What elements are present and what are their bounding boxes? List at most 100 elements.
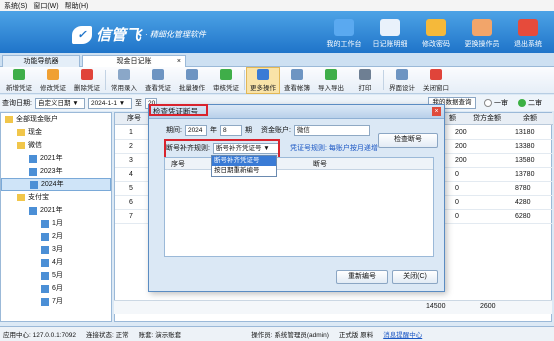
date-mode-value: 自定义日期 xyxy=(37,99,71,107)
date-from-input[interactable]: 2024-1-1 ▼ xyxy=(87,97,132,109)
toolbar-button-9[interactable]: 导入导出 xyxy=(314,67,348,94)
calendar-icon xyxy=(41,245,49,254)
account-select[interactable]: 微信 xyxy=(293,125,370,136)
brand-mark-icon: ✓ xyxy=(72,25,92,44)
tree-item[interactable]: 3月 xyxy=(1,243,111,256)
tree-item[interactable]: 1月 xyxy=(1,217,111,230)
check-gap-button[interactable]: 检查断号 xyxy=(378,133,438,148)
tree-item[interactable]: 2月 xyxy=(1,230,111,243)
header-tool-label: 日记账明细 xyxy=(372,41,408,48)
header-tool-0[interactable]: 我的工作台 xyxy=(322,13,366,51)
check-gap-label: 检查断号 xyxy=(394,136,422,143)
toolbar-icon xyxy=(430,69,442,80)
toolbar-button-11[interactable]: 界面设计 xyxy=(385,67,419,94)
toolbar-button-3[interactable]: 常用录入 xyxy=(107,67,141,94)
toolbar-button-7[interactable]: 更多操作 xyxy=(246,67,280,94)
toolbar-button-5[interactable]: 批量操作 xyxy=(175,67,209,94)
tree-item[interactable]: 6月 xyxy=(1,282,111,295)
dialog-close-button[interactable]: 关闭(C) xyxy=(392,270,438,284)
tree-item-label: 4月 xyxy=(52,259,63,266)
status-operator: 操作员: 系统管理员(admin) xyxy=(251,332,329,339)
row-balance: 13180 xyxy=(515,129,535,136)
calendar-icon xyxy=(41,232,49,241)
header-tool-icon xyxy=(426,19,446,36)
toolbar-icon xyxy=(359,69,371,80)
tab-label: 功能导航器 xyxy=(23,58,59,65)
tree-item[interactable]: 2024年 xyxy=(1,178,111,191)
row-index: 2 xyxy=(129,143,133,150)
year-unit: 年 xyxy=(209,127,217,134)
menu-help[interactable]: 帮助(H) xyxy=(65,1,89,11)
tree-item[interactable]: 全部现金账户 xyxy=(1,113,111,126)
tree-item[interactable]: 微信 xyxy=(1,139,111,152)
toolbar-button-12[interactable]: 关闭窗口 xyxy=(419,67,453,94)
calendar-icon xyxy=(29,167,37,176)
toolbar-icon xyxy=(220,69,232,80)
menu-system[interactable]: 系统(S) xyxy=(4,1,27,11)
toolbar-button-0[interactable]: 新增凭证 xyxy=(2,67,36,94)
toolbar-icon xyxy=(257,69,269,80)
tree-item[interactable]: 5月 xyxy=(1,269,111,282)
radio-second-review[interactable]: 二审 xyxy=(518,98,542,108)
toolbar-label: 批量操作 xyxy=(179,85,205,92)
tab-function-navigator[interactable]: 功能导航器 xyxy=(2,55,80,67)
tree-item[interactable]: 7月 xyxy=(1,295,111,308)
row-index: 6 xyxy=(129,199,133,206)
toolbar-label: 常用录入 xyxy=(111,85,137,92)
header-tool-label: 我的工作台 xyxy=(326,41,362,48)
toolbar-button-2[interactable]: 删除凭证 xyxy=(70,67,104,94)
period-label: 期间: xyxy=(166,127,182,134)
tree-item[interactable]: 2021年 xyxy=(1,204,111,217)
header-tool-3[interactable]: 更换操作员 xyxy=(460,13,504,51)
row-index: 1 xyxy=(129,129,133,136)
toolbar-icon xyxy=(291,69,303,80)
rule-hint: 凭证号规则: 每账户按月递增 xyxy=(289,145,378,152)
toolbar-button-10[interactable]: 打印 xyxy=(348,67,382,94)
renumber-button[interactable]: 重新编号 xyxy=(336,270,388,284)
toolbar-label: 删除凭证 xyxy=(74,85,100,92)
tree-item-label: 微信 xyxy=(28,142,42,149)
toolbar-label: 审核凭证 xyxy=(213,85,239,92)
message-center-link[interactable]: 消息提醒中心 xyxy=(383,329,422,339)
tree-item[interactable]: 2021年 xyxy=(1,152,111,165)
row-index: 4 xyxy=(129,171,133,178)
row-credit: 0 xyxy=(455,213,459,220)
gap-table-header: 序号 断号 xyxy=(165,158,433,170)
rule-option[interactable]: 按日期重新编号 xyxy=(212,166,276,176)
folder-icon xyxy=(17,129,25,136)
toolbar-button-4[interactable]: 查看凭证 xyxy=(141,67,175,94)
header-tool-label: 更换操作员 xyxy=(464,41,500,48)
toolbar-button-6[interactable]: 审核凭证 xyxy=(209,67,243,94)
year-input[interactable]: 2024 xyxy=(184,125,207,136)
toolbar-label: 查看凭证 xyxy=(145,85,171,92)
header-tool-2[interactable]: 修改密码 xyxy=(414,13,458,51)
toolbar-separator xyxy=(244,70,245,90)
month-input[interactable]: 8 xyxy=(219,125,242,136)
header-tool-4[interactable]: 退出系统 xyxy=(506,13,550,51)
calendar-icon xyxy=(41,297,49,306)
to-label: 至 xyxy=(134,100,142,107)
menu-window[interactable]: 窗口(W) xyxy=(33,1,58,11)
tab-cash-journal[interactable]: 现金日记账 × xyxy=(82,55,186,67)
tree-item-label: 2024年 xyxy=(41,181,64,188)
header-tool-1[interactable]: 日记账明细 xyxy=(368,13,412,51)
year-value: 2024 xyxy=(187,127,203,134)
rule-option[interactable]: 断号补齐凭证号 xyxy=(212,156,276,166)
toolbar-button-1[interactable]: 修改凭证 xyxy=(36,67,70,94)
tree-item[interactable]: 4月 xyxy=(1,256,111,269)
tree-item[interactable]: 现金 xyxy=(1,126,111,139)
tree-item[interactable]: 2023年 xyxy=(1,165,111,178)
date-mode-select[interactable]: 自定义日期 ▼ xyxy=(34,97,85,109)
tree-item[interactable]: 支付宝 xyxy=(1,191,111,204)
main-toolbar: 新增凭证 修改凭证 删除凭证 常用录入 查看凭证 批量操作 审核凭证 更多操作 查看帐簿 导入导出… xyxy=(0,67,554,94)
close-icon[interactable]: × xyxy=(432,107,441,116)
radio-first-review[interactable]: 一审 xyxy=(484,98,508,108)
toolbar-button-8[interactable]: 查看帐簿 xyxy=(280,67,314,94)
row-balance: 4280 xyxy=(515,199,531,206)
close-icon[interactable]: × xyxy=(177,56,181,67)
toolbar-icon xyxy=(47,69,59,80)
toolbar-label: 关闭窗口 xyxy=(423,85,449,92)
toolbar-icon xyxy=(396,69,408,80)
menu-bar: 系统(S) 窗口(W) 帮助(H) xyxy=(0,0,554,11)
col-credit-header: 贷方金额 xyxy=(473,115,501,122)
